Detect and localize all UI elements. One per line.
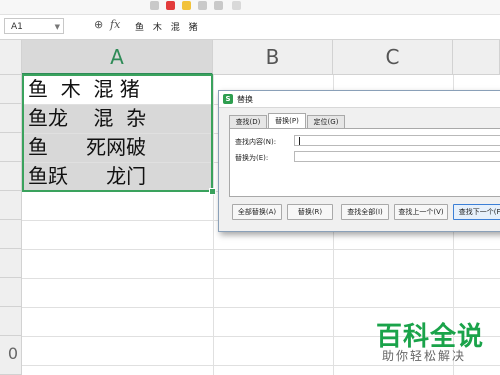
- find-input[interactable]: [294, 135, 500, 146]
- replace-button[interactable]: 替换(R): [287, 204, 333, 220]
- zoom-icon[interactable]: ⊕: [94, 18, 103, 31]
- find-prev-button[interactable]: 查找上一个(V): [394, 204, 448, 220]
- row-header[interactable]: [0, 162, 22, 191]
- toolbar-icon[interactable]: [214, 1, 223, 10]
- toolbar-icon[interactable]: [232, 1, 241, 10]
- dialog-title: 替换: [237, 95, 253, 104]
- row-header[interactable]: [0, 307, 22, 336]
- column-header-c[interactable]: C: [333, 40, 453, 75]
- name-box[interactable]: A1 ▼: [4, 18, 64, 34]
- watermark-slogan: 助你轻松解决: [382, 349, 467, 363]
- row-header[interactable]: [0, 75, 22, 104]
- column-header-a[interactable]: A: [22, 40, 213, 75]
- replace-label: 替换为(E):: [235, 154, 269, 162]
- toolbar-strip: [0, 0, 500, 15]
- replace-panel: 查找内容(N): 替换为(E):: [229, 128, 500, 197]
- row-header[interactable]: [0, 278, 22, 307]
- row-header[interactable]: [0, 104, 22, 133]
- fill-handle[interactable]: [209, 188, 216, 195]
- text-caret: [299, 137, 300, 145]
- row-header[interactable]: 0: [0, 336, 22, 375]
- find-all-button[interactable]: 查找全部(I): [341, 204, 389, 220]
- toolbar-icon[interactable]: [166, 1, 175, 10]
- app-logo-icon: S: [223, 94, 233, 104]
- chevron-down-icon[interactable]: ▼: [55, 19, 60, 35]
- find-next-button[interactable]: 查找下一个(F): [453, 204, 500, 220]
- row-header[interactable]: [0, 133, 22, 162]
- replace-dialog: S 替换 查找(D) 替换(P) 定位(G) 查找内容(N): 替换为(E): …: [218, 90, 500, 232]
- dialog-titlebar[interactable]: S 替换: [219, 91, 500, 108]
- name-box-value: A1: [11, 22, 23, 32]
- select-all-corner[interactable]: [0, 40, 22, 75]
- row-header[interactable]: [0, 220, 22, 249]
- formula-bar: A1 ▼ ⊕ fx 鱼 木 混 猪: [0, 15, 500, 40]
- row-header[interactable]: [0, 191, 22, 220]
- find-label: 查找内容(N):: [235, 138, 277, 146]
- column-header-d[interactable]: [453, 40, 500, 75]
- replace-input[interactable]: [294, 151, 500, 162]
- tab-goto[interactable]: 定位(G): [307, 115, 345, 128]
- toolbar-icon[interactable]: [150, 1, 159, 10]
- toolbar-icon[interactable]: [198, 1, 207, 10]
- replace-all-button[interactable]: 全部替换(A): [232, 204, 282, 220]
- formula-input[interactable]: 鱼 木 混 猪: [135, 20, 201, 33]
- fx-icon[interactable]: fx: [110, 18, 120, 31]
- selection-border: [22, 74, 213, 192]
- toolbar-icon[interactable]: [182, 1, 191, 10]
- column-header-b[interactable]: B: [213, 40, 333, 75]
- row-header[interactable]: [0, 249, 22, 278]
- tab-replace[interactable]: 替换(P): [268, 113, 306, 129]
- tab-find[interactable]: 查找(D): [229, 115, 267, 128]
